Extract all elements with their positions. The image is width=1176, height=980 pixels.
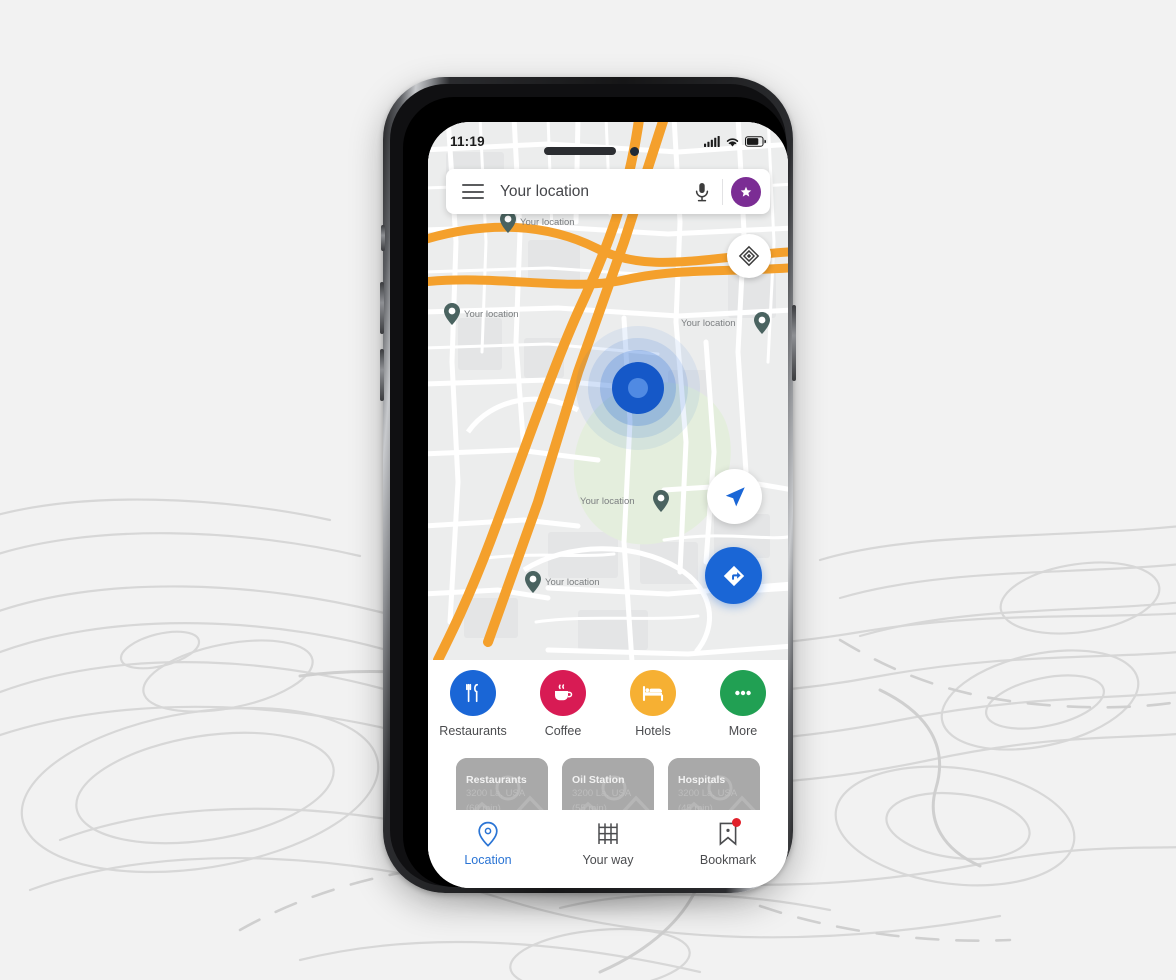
category-icon-circle bbox=[540, 670, 586, 716]
status-icons bbox=[704, 135, 766, 147]
category-icon-circle bbox=[450, 670, 496, 716]
phone-outer-frame: Your location Your location Your locatio… bbox=[380, 77, 796, 893]
avatar[interactable] bbox=[731, 176, 761, 207]
nav-label: Bookmark bbox=[699, 853, 757, 867]
nav-icon-wrap bbox=[596, 819, 620, 849]
restaurant-cutlery-icon bbox=[466, 683, 479, 703]
voice-search-button[interactable] bbox=[694, 181, 710, 203]
category-more[interactable]: More bbox=[704, 670, 782, 738]
map-pin-label: Your location bbox=[464, 309, 519, 320]
microphone-icon bbox=[695, 182, 709, 201]
phone-screen: Your location Your location Your locatio… bbox=[428, 122, 788, 888]
place-card-address: 3200 La, USA bbox=[572, 788, 632, 800]
power-button[interactable] bbox=[792, 305, 796, 381]
map-pin-label: Your location bbox=[681, 318, 736, 329]
navigation-arrow-icon bbox=[725, 486, 745, 506]
map-pin-marker[interactable] bbox=[525, 571, 541, 598]
nav-icon-wrap bbox=[717, 818, 741, 849]
silent-switch-button[interactable] bbox=[381, 225, 385, 251]
more-dots-icon bbox=[735, 690, 751, 696]
phone-mockup: Your location Your location Your locatio… bbox=[380, 77, 796, 917]
nav-item-your-way[interactable]: Your way bbox=[560, 819, 656, 867]
map-pin-marker[interactable] bbox=[653, 490, 669, 517]
recenter-location-button[interactable] bbox=[707, 469, 762, 524]
map-pin-marker[interactable] bbox=[444, 303, 460, 330]
earpiece-speaker bbox=[544, 147, 616, 155]
star-avatar-icon bbox=[740, 186, 752, 197]
nav-item-location[interactable]: Location bbox=[440, 819, 536, 867]
phone-bezel: Your location Your location Your locatio… bbox=[403, 97, 788, 888]
place-card-address: 3200 La, USA bbox=[466, 788, 526, 800]
grid-route-icon bbox=[598, 823, 618, 844]
directions-button[interactable] bbox=[705, 547, 762, 604]
battery-icon bbox=[745, 135, 766, 147]
phone-inner-frame: Your location Your location Your locatio… bbox=[390, 84, 788, 888]
wifi-icon bbox=[726, 138, 739, 146]
place-card-title: Restaurants bbox=[466, 774, 527, 786]
directions-turn-icon bbox=[723, 565, 744, 586]
map-pin-label: Your location bbox=[520, 217, 575, 228]
search-bar[interactable]: Your location bbox=[446, 169, 770, 214]
location-pin-icon bbox=[478, 821, 498, 847]
bottom-navigation-bar: Location Your way Bookmark bbox=[428, 810, 788, 888]
category-hotels[interactable]: Hotels bbox=[614, 670, 692, 738]
hamburger-menu-icon[interactable] bbox=[462, 184, 484, 199]
category-shortcuts: Restaurants Coffee Hotels More bbox=[428, 660, 788, 755]
volume-down-button[interactable] bbox=[380, 349, 384, 401]
layers-diamond-icon bbox=[738, 245, 760, 267]
category-label: Restaurants bbox=[439, 724, 507, 738]
category-icon-circle bbox=[630, 670, 676, 716]
nav-item-bookmark[interactable]: Bookmark bbox=[680, 818, 776, 867]
category-restaurants[interactable]: Restaurants bbox=[434, 670, 512, 738]
volume-up-button[interactable] bbox=[380, 282, 384, 334]
hotel-bed-icon bbox=[642, 685, 664, 702]
coffee-cup-icon bbox=[555, 684, 573, 701]
map-pin-marker[interactable] bbox=[754, 312, 770, 339]
nav-label: Location bbox=[464, 853, 512, 867]
cellular-signal-icon bbox=[704, 135, 720, 147]
map-pin-marker[interactable] bbox=[500, 211, 516, 238]
place-card-address: 3200 La, USA bbox=[678, 788, 738, 800]
front-camera bbox=[630, 147, 639, 156]
nav-icon-wrap bbox=[477, 819, 499, 849]
category-icon-circle bbox=[720, 670, 766, 716]
map-pin-label: Your location bbox=[580, 496, 635, 507]
search-divider bbox=[722, 178, 723, 205]
place-card-title: Hospitals bbox=[678, 774, 726, 786]
category-label: Hotels bbox=[635, 724, 671, 738]
map-layers-button[interactable] bbox=[727, 234, 771, 278]
status-time: 11:19 bbox=[450, 133, 485, 149]
bookmark-notification-badge bbox=[732, 818, 741, 827]
category-label: Coffee bbox=[544, 724, 582, 738]
map-pin-label: Your location bbox=[545, 577, 600, 588]
search-input[interactable]: Your location bbox=[500, 183, 694, 201]
category-label: More bbox=[728, 724, 758, 738]
category-coffee[interactable]: Coffee bbox=[524, 670, 602, 738]
place-card-title: Oil Station bbox=[572, 774, 625, 786]
nav-label: Your way bbox=[582, 853, 634, 867]
